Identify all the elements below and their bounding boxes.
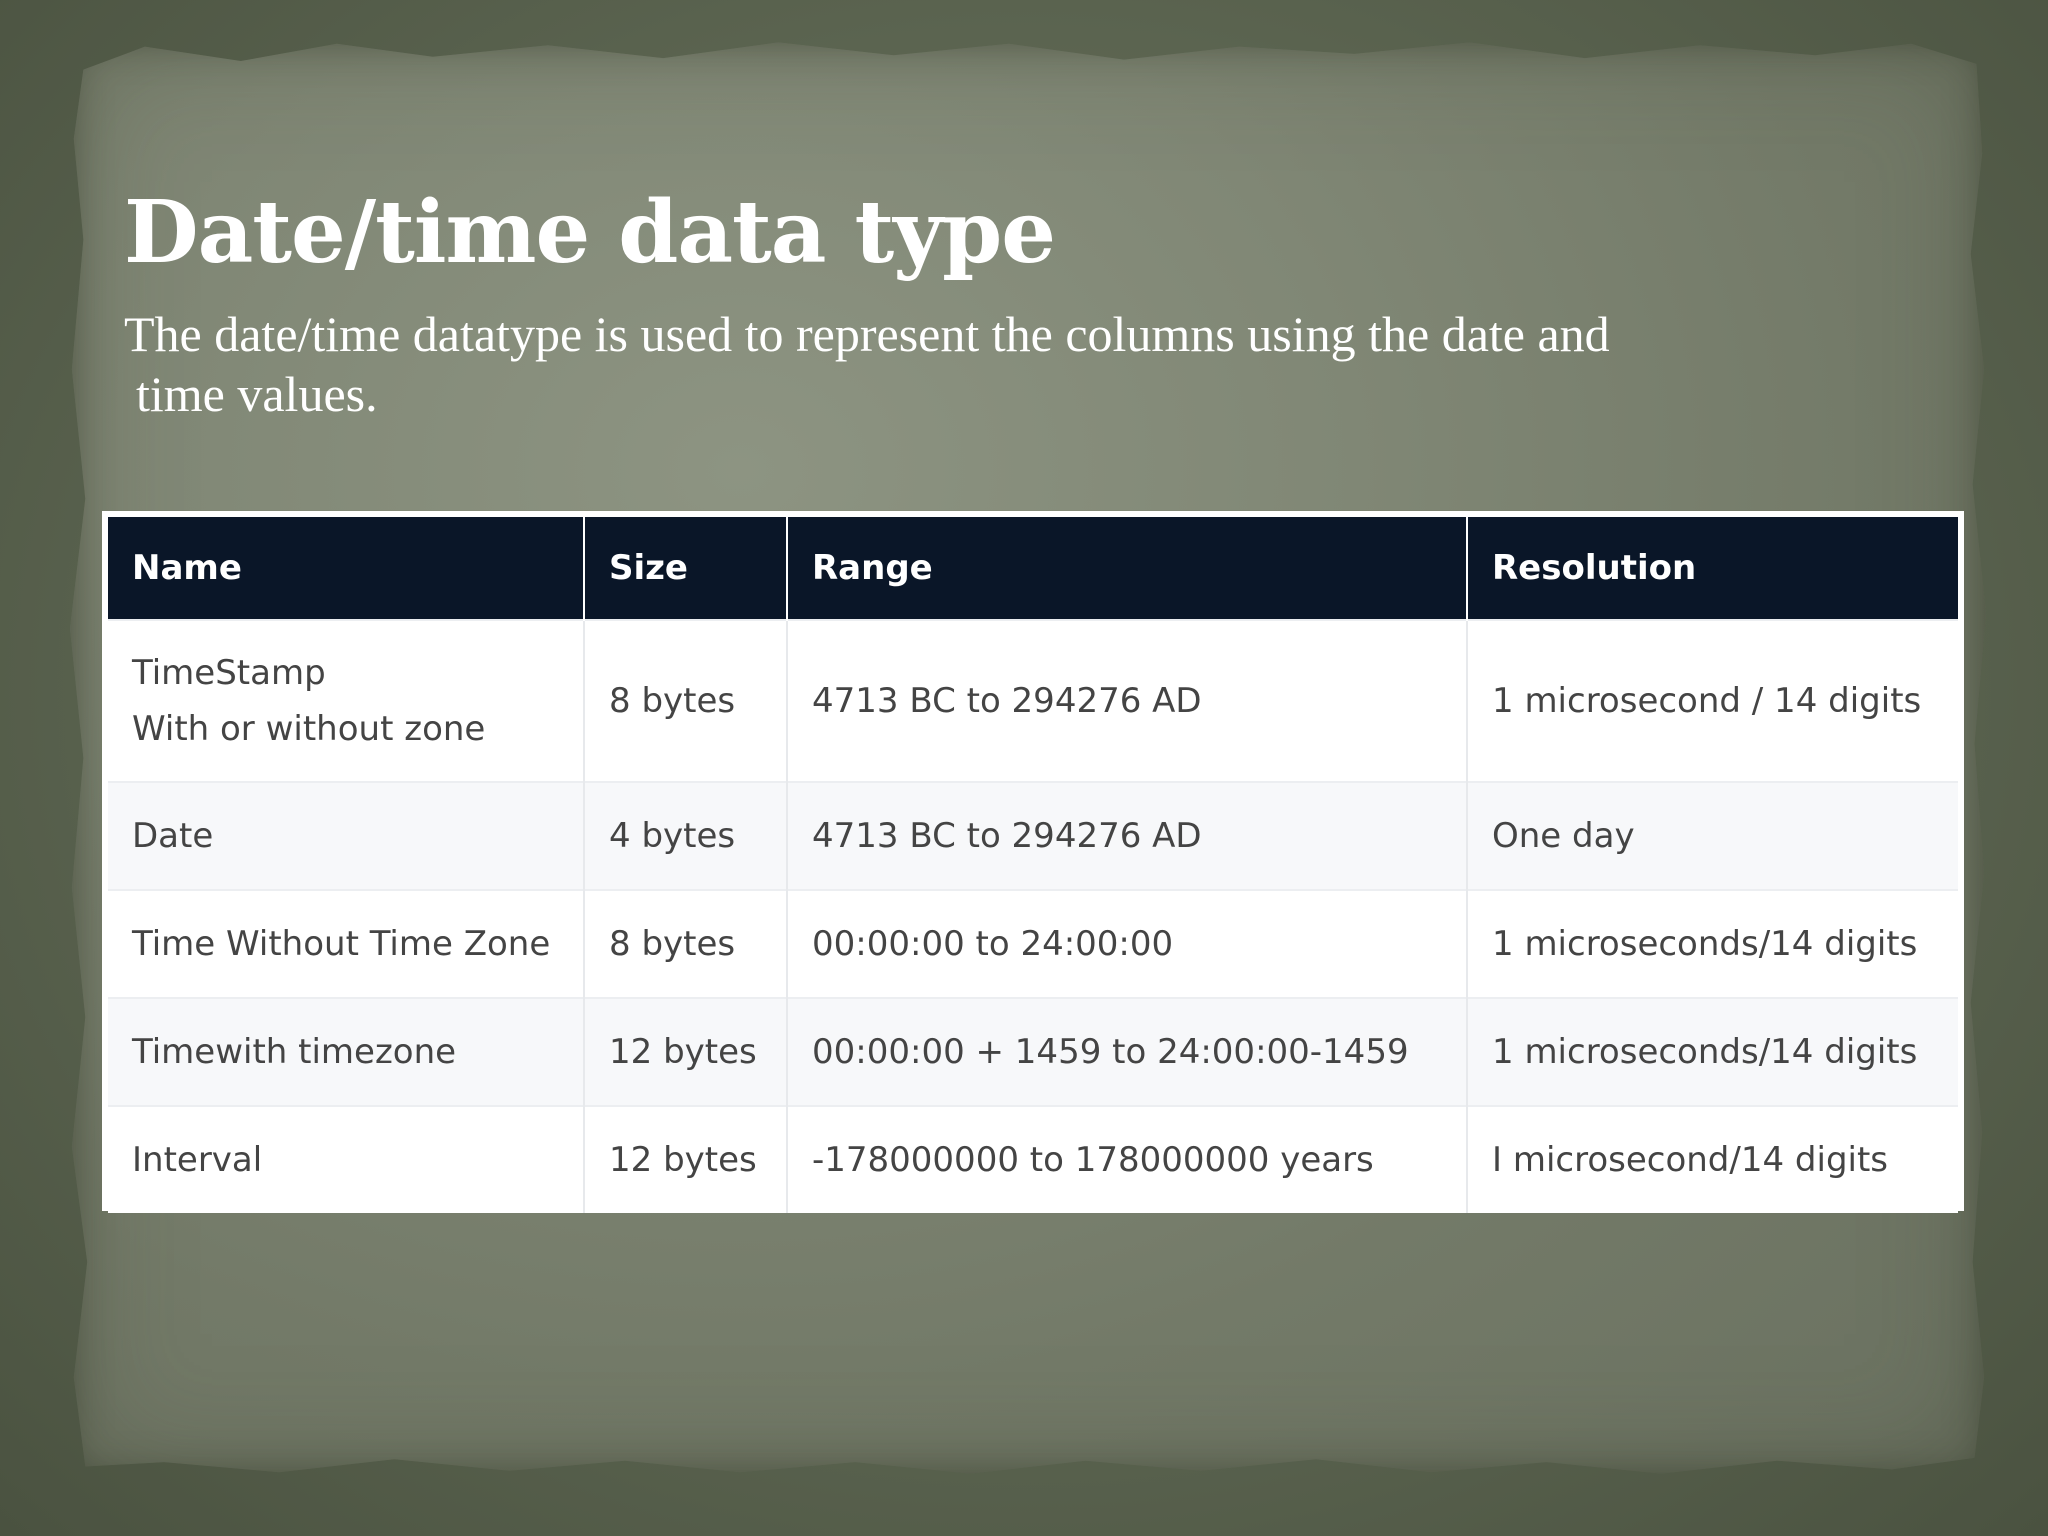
- cell-range: 00:00:00 + 1459 to 24:00:00-1459: [787, 997, 1468, 1106]
- cell-name: Timewith timezone: [108, 997, 585, 1106]
- header-row: Name Size Range Resolution: [108, 517, 1958, 620]
- cell-name: Time Without Time Zone: [108, 889, 585, 998]
- subtitle-line-1: The date/time datatype is used to repres…: [124, 306, 1610, 362]
- header-name: Name: [108, 517, 585, 620]
- datatype-table-container: Name Size Range Resolution TimeStamp Wit…: [102, 511, 1964, 1213]
- cell-name: Date: [108, 781, 585, 890]
- cell-name-line-2: With or without zone: [132, 709, 486, 749]
- cell-size: 8 bytes: [584, 889, 788, 998]
- cell-range: 00:00:00 to 24:00:00: [787, 889, 1468, 998]
- table-row: Date 4 bytes 4713 BC to 294276 AD One da…: [108, 781, 1958, 890]
- cell-size: 12 bytes: [584, 997, 788, 1106]
- cell-name: Interval: [108, 1105, 585, 1213]
- table-row: Timewith timezone 12 bytes 00:00:00 + 14…: [108, 997, 1958, 1106]
- cell-resolution: 1 microseconds/14 digits: [1467, 889, 1958, 998]
- table-row: TimeStamp With or without zone 8 bytes 4…: [108, 619, 1958, 782]
- slide-subtitle: The date/time datatype is used to repres…: [124, 304, 1884, 424]
- cell-resolution: One day: [1467, 781, 1958, 890]
- cell-size: 12 bytes: [584, 1105, 788, 1213]
- slide-frame: Date/time data type The date/time dataty…: [0, 0, 2048, 1536]
- cell-range: -178000000 to 178000000 years: [787, 1105, 1468, 1213]
- datatype-table: Name Size Range Resolution TimeStamp Wit…: [108, 517, 1958, 1213]
- table-row: Interval 12 bytes -178000000 to 17800000…: [108, 1105, 1958, 1213]
- cell-resolution: 1 microsecond / 14 digits: [1467, 619, 1958, 782]
- header-resolution: Resolution: [1467, 517, 1958, 620]
- subtitle-line-2: time values.: [136, 366, 378, 422]
- header-size: Size: [584, 517, 788, 620]
- slide-title: Date/time data type: [124, 182, 1056, 283]
- cell-name-line-1: TimeStamp: [132, 653, 326, 693]
- cell-name: TimeStamp With or without zone: [108, 619, 585, 782]
- cell-resolution: 1 microseconds/14 digits: [1467, 997, 1958, 1106]
- cell-range: 4713 BC to 294276 AD: [787, 619, 1468, 782]
- table-body: TimeStamp With or without zone 8 bytes 4…: [108, 619, 1958, 1213]
- table-header: Name Size Range Resolution: [108, 517, 1958, 620]
- cell-size: 4 bytes: [584, 781, 788, 890]
- header-range: Range: [787, 517, 1468, 620]
- cell-resolution: I microsecond/14 digits: [1467, 1105, 1958, 1213]
- cell-range: 4713 BC to 294276 AD: [787, 781, 1468, 890]
- cell-size: 8 bytes: [584, 619, 788, 782]
- table-row: Time Without Time Zone 8 bytes 00:00:00 …: [108, 889, 1958, 998]
